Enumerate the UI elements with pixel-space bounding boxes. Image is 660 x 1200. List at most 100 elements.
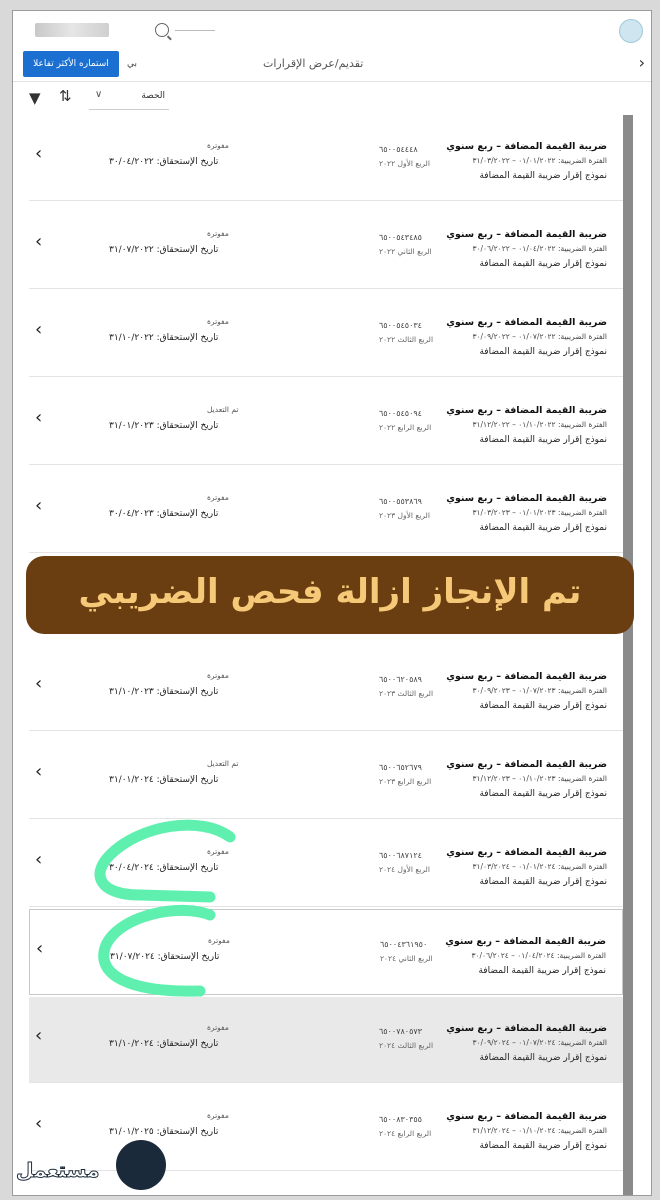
return-number: ٦٥٠٠٧٨٠٥٧٣	[379, 1027, 422, 1036]
return-form: نموذج إقرار ضريبة القيمة المضافة	[479, 1053, 607, 1063]
list-item[interactable]: ‹ ضريبة القيمة المضافة – ربع سنوي الفترة ا…	[29, 115, 623, 201]
return-number: ٦٥٠٠٦٢٠٥٨٩	[379, 675, 422, 684]
return-type: ضريبة القيمة المضافة – ربع سنوي	[445, 936, 606, 947]
chevron-right-icon[interactable]: ›	[639, 53, 645, 72]
status-badge: مفوترة	[207, 1111, 229, 1120]
list-item[interactable]: ‹ ضريبة القيمة المضافة – ربع سنوي الفترة ا…	[29, 379, 623, 465]
chevron-left-icon[interactable]: ‹	[35, 143, 42, 164]
chevron-left-icon[interactable]: ‹	[35, 849, 42, 870]
watermark-text: مستعمل	[15, 1158, 100, 1183]
list-item[interactable]: ‹ ضريبة القيمة المضافة – ربع سنوي الفترة ا…	[29, 203, 623, 289]
status-badge: مفوترة	[207, 141, 229, 150]
header-small-label: بي	[127, 59, 138, 69]
status-badge: مفوترة	[207, 1023, 229, 1032]
return-type: ضريبة القيمة المضافة – ربع سنوي	[446, 317, 607, 328]
filter-icon[interactable]: ▼	[29, 89, 41, 107]
return-period: الفترة الضريبية: ٠١/١٠/٢٠٢٤ – ٣١/١٢/٢٠٢٤	[472, 1126, 607, 1135]
list-item[interactable]: ‹ ضريبة القيمة المضافة – ربع سنوي الفترة ا…	[29, 291, 623, 377]
return-type: ضريبة القيمة المضافة – ربع سنوي	[446, 1111, 607, 1122]
list-item[interactable]: ‹ ضريبة القيمة المضافة – ربع سنوي الفترة ا…	[29, 733, 623, 819]
status-badge: تم التعديل	[207, 405, 239, 414]
return-type: ضريبة القيمة المضافة – ربع سنوي	[446, 847, 607, 858]
due-date: تاريخ الإستحقاق: ٣١/٠١/٢٠٢٣	[109, 421, 219, 431]
return-quarter: الربع الأول ٢٠٢٣	[379, 511, 430, 520]
status-badge: مفوترة	[207, 493, 229, 502]
search-icon[interactable]	[155, 23, 169, 37]
chevron-left-icon[interactable]: ‹	[35, 407, 42, 428]
return-quarter: الربع الأول ٢٠٢٢	[379, 159, 430, 168]
return-period: الفترة الضريبية: ٠١/١٠/٢٠٢٣ – ٣١/١٢/٢٠٢٣	[472, 774, 607, 783]
return-number: ٦٥٠٠٥٤٥٠٣٤	[379, 321, 422, 330]
return-type: ضريبة القيمة المضافة – ربع سنوي	[446, 141, 607, 152]
return-type: ضريبة القيمة المضافة – ربع سنوي	[446, 759, 607, 770]
due-date: تاريخ الإستحقاق: ٣١/١٠/٢٠٢٢	[109, 333, 219, 343]
sort-icon[interactable]: ⇅	[59, 87, 72, 105]
top-bar	[13, 11, 651, 47]
return-form: نموذج إقرار ضريبة القيمة المضافة	[479, 789, 607, 799]
chevron-left-icon[interactable]: ‹	[35, 1025, 42, 1046]
return-number: ٦٥٠٠٦٨٧١٢٤	[379, 851, 422, 860]
toolbar: ▼ ⇅ ∨ الحصة	[13, 81, 651, 115]
scrollbar[interactable]	[623, 115, 633, 1195]
overlay-banner: تم الإنجاز ازالة فحص الضريبي	[26, 556, 634, 634]
return-form: نموذج إقرار ضريبة القيمة المضافة	[479, 259, 607, 269]
status-badge: مفوترة	[207, 671, 229, 680]
return-form: نموذج إقرار ضريبة القيمة المضافة	[479, 435, 607, 445]
due-date: تاريخ الإستحقاق: ٣٠/٠٤/٢٠٢٤	[109, 863, 219, 873]
list-item[interactable]: ‹ ضريبة القيمة المضافة – ربع سنوي الفترة ا…	[29, 821, 623, 907]
return-period: الفترة الضريبية: ٠١/٠٧/٢٠٢٢ – ٣٠/٠٩/٢٠٢٢	[472, 332, 607, 341]
list-item[interactable]: ‹ ضريبة القيمة المضافة – ربع سنوي الفترة ا…	[29, 645, 623, 731]
status-badge: مفوترة	[207, 847, 229, 856]
return-form: نموذج إقرار ضريبة القيمة المضافة	[479, 347, 607, 357]
chevron-left-icon[interactable]: ‹	[35, 231, 42, 252]
list-item[interactable]: ‹ ضريبة القيمة المضافة – ربع سنوي الفترة ا…	[29, 997, 623, 1083]
returns-list: ‹ ضريبة القيمة المضافة – ربع سنوي الفترة ا…	[29, 115, 633, 1195]
due-date: تاريخ الإستحقاق: ٣٠/٠٤/٢٠٢٣	[109, 509, 219, 519]
list-item[interactable]: ‹ ضريبة القيمة المضافة – ربع سنوي الفترة ا…	[29, 909, 623, 995]
page-title: تقديم/عرض الإقرارات	[263, 57, 364, 70]
logo-icon	[619, 19, 643, 43]
due-date: تاريخ الإستحقاق: ٣٠/٠٤/٢٠٢٢	[109, 157, 219, 167]
return-quarter: الربع الأول ٢٠٢٤	[379, 865, 430, 874]
return-quarter: الربع الثالث ٢٠٢٣	[379, 689, 434, 698]
primary-action-button[interactable]: استماره الأكثر تفاعلا	[23, 51, 119, 77]
return-quarter: الربع الثاني ٢٠٢٤	[380, 954, 433, 963]
return-quarter: الربع الثالث ٢٠٢٢	[379, 335, 434, 344]
return-period: الفترة الضريبية: ٠١/٠١/٢٠٢٣ – ٣١/٠٣/٢٠٢٣	[472, 508, 607, 517]
search-input[interactable]	[175, 30, 215, 31]
watermark: مستعمل	[8, 1140, 168, 1196]
banner-text: تم الإنجاز ازالة فحص الضريبي	[78, 572, 582, 612]
status-badge: مفوترة	[207, 317, 229, 326]
return-form: نموذج إقرار ضريبة القيمة المضافة	[478, 966, 606, 976]
due-date: تاريخ الإستحقاق: ٣١/١٠/٢٠٢٤	[109, 1039, 219, 1049]
return-type: ضريبة القيمة المضافة – ربع سنوي	[446, 229, 607, 240]
due-date: تاريخ الإستحقاق: ٣١/٠٧/٢٠٢٢	[109, 245, 219, 255]
status-badge: تم التعديل	[207, 759, 239, 768]
filter-select[interactable]: ∨ الحصة	[89, 87, 169, 110]
status-badge: مفوترة	[208, 936, 230, 945]
return-quarter: الربع الرابع ٢٠٢٤	[379, 1129, 432, 1138]
return-type: ضريبة القيمة المضافة – ربع سنوي	[446, 1023, 607, 1034]
return-number: ٦٥٠٠٥٥٣٨٦٩	[379, 497, 422, 506]
return-type: ضريبة القيمة المضافة – ربع سنوي	[446, 493, 607, 504]
chevron-left-icon[interactable]: ‹	[35, 319, 42, 340]
due-date: تاريخ الإستحقاق: ٣١/١٠/٢٠٢٣	[109, 687, 219, 697]
chevron-left-icon[interactable]: ‹	[35, 761, 42, 782]
return-number: ٦٥٠٠٥٤٣٤٨٥	[379, 233, 422, 242]
return-period: الفترة الضريبية: ٠١/٠٤/٢٠٢٢ – ٣٠/٠٦/٢٠٢٢	[472, 244, 607, 253]
filter-select-value: الحصة	[141, 91, 165, 101]
list-item[interactable]: ‹ ضريبة القيمة المضافة – ربع سنوي الفترة ا…	[29, 467, 623, 553]
due-date: تاريخ الإستحقاق: ٣١/٠١/٢٠٢٥	[109, 1127, 219, 1137]
chevron-left-icon[interactable]: ‹	[35, 495, 42, 516]
chevron-left-icon[interactable]: ‹	[35, 1113, 42, 1134]
return-quarter: الربع الثالث ٢٠٢٤	[379, 1041, 434, 1050]
return-form: نموذج إقرار ضريبة القيمة المضافة	[479, 1141, 607, 1151]
return-form: نموذج إقرار ضريبة القيمة المضافة	[479, 523, 607, 533]
return-period: الفترة الضريبية: ٠١/٠٤/٢٠٢٤ – ٣٠/٠٦/٢٠٢٤	[471, 951, 606, 960]
return-number: ٦٥٠٠٥٤٥٠٩٤	[379, 409, 422, 418]
return-number: ٦٥٠٠٦٥٢٦٧٩	[379, 763, 422, 772]
blurred-title	[35, 23, 109, 37]
return-number: ٦٥٠٠٨٣٠٣٥٥	[379, 1115, 422, 1124]
chevron-left-icon[interactable]: ‹	[35, 673, 42, 694]
chevron-left-icon[interactable]: ‹	[36, 938, 43, 959]
